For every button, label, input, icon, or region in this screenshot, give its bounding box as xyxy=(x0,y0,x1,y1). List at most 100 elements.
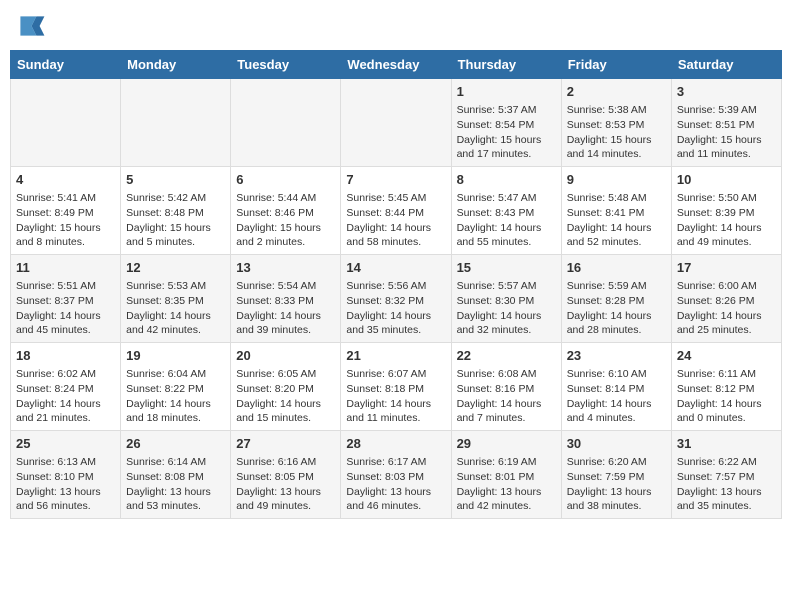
cell-content: 28Sunrise: 6:17 AMSunset: 8:03 PMDayligh… xyxy=(346,435,445,514)
cell-text-line: Daylight: 14 hours and 18 minutes. xyxy=(126,398,211,425)
day-number: 12 xyxy=(126,259,225,277)
calendar-cell: 10Sunrise: 5:50 AMSunset: 8:39 PMDayligh… xyxy=(671,167,781,255)
cell-text-line: Sunrise: 5:57 AM xyxy=(457,280,537,292)
cell-text-line: Daylight: 14 hours and 4 minutes. xyxy=(567,398,652,425)
cell-text-line: Daylight: 15 hours and 2 minutes. xyxy=(236,222,321,249)
cell-text-line: Sunset: 8:43 PM xyxy=(457,207,535,219)
cell-content: 18Sunrise: 6:02 AMSunset: 8:24 PMDayligh… xyxy=(16,347,115,426)
cell-text-line: Sunrise: 5:59 AM xyxy=(567,280,647,292)
cell-content: 6Sunrise: 5:44 AMSunset: 8:46 PMDaylight… xyxy=(236,171,335,250)
calendar-cell xyxy=(121,79,231,167)
calendar-cell: 30Sunrise: 6:20 AMSunset: 7:59 PMDayligh… xyxy=(561,431,671,519)
day-number: 24 xyxy=(677,347,776,365)
calendar-cell: 18Sunrise: 6:02 AMSunset: 8:24 PMDayligh… xyxy=(11,343,121,431)
cell-text-line: Daylight: 13 hours and 56 minutes. xyxy=(16,486,101,513)
cell-text-line: Daylight: 13 hours and 42 minutes. xyxy=(457,486,542,513)
cell-text-line: Daylight: 15 hours and 17 minutes. xyxy=(457,134,542,161)
cell-text-line: Sunset: 8:26 PM xyxy=(677,295,755,307)
cell-content: 12Sunrise: 5:53 AMSunset: 8:35 PMDayligh… xyxy=(126,259,225,338)
cell-text-line: Daylight: 14 hours and 7 minutes. xyxy=(457,398,542,425)
cell-text-line: Sunrise: 6:00 AM xyxy=(677,280,757,292)
cell-text-line: Sunrise: 5:56 AM xyxy=(346,280,426,292)
day-number: 2 xyxy=(567,83,666,101)
cell-text-line: Sunrise: 5:39 AM xyxy=(677,104,757,116)
cell-text-line: Sunrise: 5:42 AM xyxy=(126,192,206,204)
calendar-cell: 24Sunrise: 6:11 AMSunset: 8:12 PMDayligh… xyxy=(671,343,781,431)
logo-icon xyxy=(14,10,46,42)
day-number: 6 xyxy=(236,171,335,189)
calendar-cell: 6Sunrise: 5:44 AMSunset: 8:46 PMDaylight… xyxy=(231,167,341,255)
cell-text-line: Daylight: 14 hours and 15 minutes. xyxy=(236,398,321,425)
day-number: 25 xyxy=(16,435,115,453)
cell-text-line: Sunset: 8:03 PM xyxy=(346,471,424,483)
cell-text-line: Sunset: 8:54 PM xyxy=(457,119,535,131)
cell-content: 26Sunrise: 6:14 AMSunset: 8:08 PMDayligh… xyxy=(126,435,225,514)
cell-text-line: Sunset: 8:22 PM xyxy=(126,383,204,395)
cell-text-line: Sunset: 8:01 PM xyxy=(457,471,535,483)
cell-content: 1Sunrise: 5:37 AMSunset: 8:54 PMDaylight… xyxy=(457,83,556,162)
calendar-cell xyxy=(341,79,451,167)
cell-text-line: Sunset: 8:46 PM xyxy=(236,207,314,219)
cell-text-line: Sunrise: 5:41 AM xyxy=(16,192,96,204)
cell-content: 16Sunrise: 5:59 AMSunset: 8:28 PMDayligh… xyxy=(567,259,666,338)
cell-text-line: Sunrise: 5:48 AM xyxy=(567,192,647,204)
cell-text-line: Sunset: 8:14 PM xyxy=(567,383,645,395)
calendar-cell: 2Sunrise: 5:38 AMSunset: 8:53 PMDaylight… xyxy=(561,79,671,167)
day-number: 18 xyxy=(16,347,115,365)
calendar-cell: 7Sunrise: 5:45 AMSunset: 8:44 PMDaylight… xyxy=(341,167,451,255)
cell-content: 7Sunrise: 5:45 AMSunset: 8:44 PMDaylight… xyxy=(346,171,445,250)
cell-text-line: Sunset: 8:12 PM xyxy=(677,383,755,395)
cell-text-line: Sunrise: 5:38 AM xyxy=(567,104,647,116)
calendar-cell: 11Sunrise: 5:51 AMSunset: 8:37 PMDayligh… xyxy=(11,255,121,343)
day-number: 31 xyxy=(677,435,776,453)
day-number: 9 xyxy=(567,171,666,189)
calendar-cell: 28Sunrise: 6:17 AMSunset: 8:03 PMDayligh… xyxy=(341,431,451,519)
cell-text-line: Sunset: 8:05 PM xyxy=(236,471,314,483)
calendar-cell: 17Sunrise: 6:00 AMSunset: 8:26 PMDayligh… xyxy=(671,255,781,343)
day-number: 20 xyxy=(236,347,335,365)
cell-text-line: Daylight: 14 hours and 11 minutes. xyxy=(346,398,431,425)
cell-text-line: Daylight: 14 hours and 42 minutes. xyxy=(126,310,211,337)
cell-text-line: Daylight: 14 hours and 52 minutes. xyxy=(567,222,652,249)
day-number: 23 xyxy=(567,347,666,365)
cell-content: 21Sunrise: 6:07 AMSunset: 8:18 PMDayligh… xyxy=(346,347,445,426)
day-number: 4 xyxy=(16,171,115,189)
day-number: 27 xyxy=(236,435,335,453)
cell-text-line: Sunset: 8:49 PM xyxy=(16,207,94,219)
calendar-cell: 25Sunrise: 6:13 AMSunset: 8:10 PMDayligh… xyxy=(11,431,121,519)
calendar-cell: 21Sunrise: 6:07 AMSunset: 8:18 PMDayligh… xyxy=(341,343,451,431)
cell-text-line: Sunrise: 6:07 AM xyxy=(346,368,426,380)
cell-text-line: Daylight: 14 hours and 32 minutes. xyxy=(457,310,542,337)
cell-text-line: Sunset: 8:16 PM xyxy=(457,383,535,395)
cell-content: 8Sunrise: 5:47 AMSunset: 8:43 PMDaylight… xyxy=(457,171,556,250)
calendar-cell: 15Sunrise: 5:57 AMSunset: 8:30 PMDayligh… xyxy=(451,255,561,343)
cell-text-line: Daylight: 14 hours and 55 minutes. xyxy=(457,222,542,249)
cell-content: 15Sunrise: 5:57 AMSunset: 8:30 PMDayligh… xyxy=(457,259,556,338)
day-number: 3 xyxy=(677,83,776,101)
cell-text-line: Sunrise: 6:20 AM xyxy=(567,456,647,468)
cell-content: 24Sunrise: 6:11 AMSunset: 8:12 PMDayligh… xyxy=(677,347,776,426)
cell-text-line: Sunset: 7:57 PM xyxy=(677,471,755,483)
cell-text-line: Sunrise: 6:02 AM xyxy=(16,368,96,380)
cell-text-line: Sunset: 8:20 PM xyxy=(236,383,314,395)
cell-text-line: Daylight: 15 hours and 14 minutes. xyxy=(567,134,652,161)
cell-text-line: Daylight: 14 hours and 28 minutes. xyxy=(567,310,652,337)
day-number: 13 xyxy=(236,259,335,277)
cell-content: 4Sunrise: 5:41 AMSunset: 8:49 PMDaylight… xyxy=(16,171,115,250)
calendar-cell: 19Sunrise: 6:04 AMSunset: 8:22 PMDayligh… xyxy=(121,343,231,431)
cell-text-line: Daylight: 15 hours and 11 minutes. xyxy=(677,134,762,161)
day-number: 5 xyxy=(126,171,225,189)
calendar-cell: 1Sunrise: 5:37 AMSunset: 8:54 PMDaylight… xyxy=(451,79,561,167)
calendar-cell: 14Sunrise: 5:56 AMSunset: 8:32 PMDayligh… xyxy=(341,255,451,343)
calendar-cell: 8Sunrise: 5:47 AMSunset: 8:43 PMDaylight… xyxy=(451,167,561,255)
cell-text-line: Daylight: 14 hours and 0 minutes. xyxy=(677,398,762,425)
day-number: 22 xyxy=(457,347,556,365)
cell-content: 2Sunrise: 5:38 AMSunset: 8:53 PMDaylight… xyxy=(567,83,666,162)
cell-text-line: Sunset: 8:35 PM xyxy=(126,295,204,307)
day-number: 29 xyxy=(457,435,556,453)
page-header xyxy=(10,10,782,42)
cell-text-line: Sunrise: 6:04 AM xyxy=(126,368,206,380)
day-number: 30 xyxy=(567,435,666,453)
cell-content: 29Sunrise: 6:19 AMSunset: 8:01 PMDayligh… xyxy=(457,435,556,514)
calendar-cell: 20Sunrise: 6:05 AMSunset: 8:20 PMDayligh… xyxy=(231,343,341,431)
